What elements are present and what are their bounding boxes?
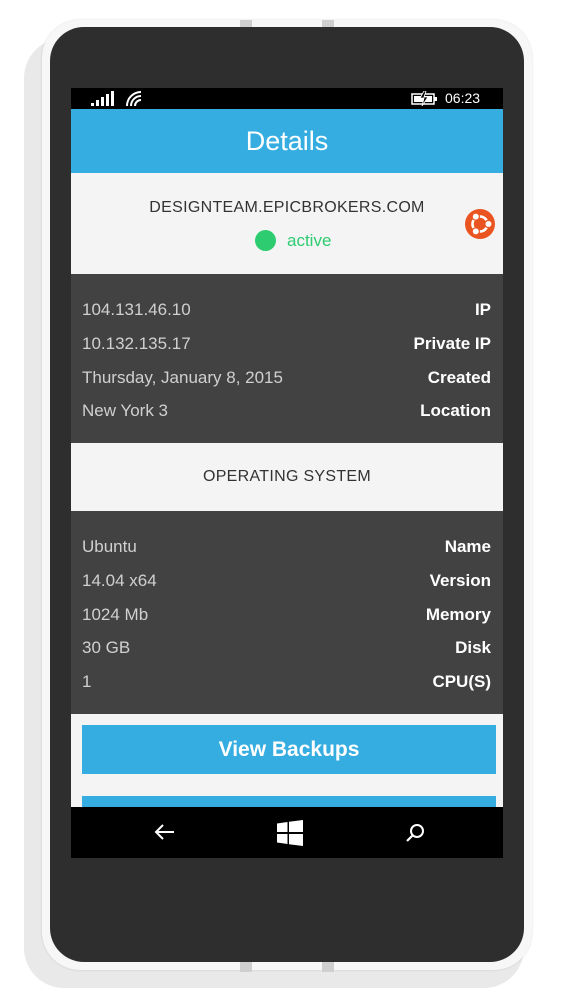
navigation-bar [71, 807, 503, 858]
server-status: active [255, 230, 331, 251]
app-header: Details [71, 109, 503, 173]
os-name-label: Name [444, 537, 491, 556]
version-value: 14.04 x64 [82, 571, 157, 590]
ip-value: 104.131.46.10 [82, 300, 191, 319]
info-row-created: Thursday, January 8, 2015 Created [82, 366, 491, 390]
network-info-panel: 104.131.46.10 IP 10.132.135.17 Private I… [71, 274, 503, 443]
memory-label: Memory [425, 605, 491, 624]
bottom-hardware-button [240, 962, 252, 972]
back-arrow-icon[interactable] [153, 823, 175, 841]
memory-value: 1024 Mb [82, 605, 149, 624]
info-row-cpus: 1 CPU(S) [82, 670, 491, 694]
battery-charging-icon [411, 91, 437, 106]
cpus-value: 1 [82, 672, 92, 691]
info-row-os-name: Ubuntu Name [82, 535, 491, 559]
os-info-panel: Ubuntu Name 14.04 x64 Version 1024 Mb Me… [71, 511, 503, 714]
windows-start-icon[interactable] [277, 820, 303, 846]
operating-system-heading: OPERATING SYSTEM [71, 443, 503, 511]
bottom-hardware-button [322, 962, 334, 972]
version-label: Version [429, 571, 491, 590]
section-title: OPERATING SYSTEM [202, 468, 372, 485]
disk-label: Disk [455, 638, 491, 657]
info-row-location: New York 3 Location [82, 399, 491, 423]
ubuntu-icon [465, 209, 495, 239]
info-row-ip: 104.131.46.10 IP [82, 298, 491, 322]
clock-time: 06:23 [445, 90, 481, 106]
ip-label: IP [474, 300, 491, 319]
page-title: Details [245, 125, 329, 156]
cpus-label: CPU(S) [432, 672, 491, 691]
status-label: active [287, 230, 332, 250]
created-label: Created [427, 368, 491, 387]
private-ip-label: Private IP [413, 334, 492, 353]
disk-value: 30 GB [82, 638, 131, 657]
info-row-private-ip: 10.132.135.17 Private IP [82, 332, 491, 356]
location-value: New York 3 [82, 401, 168, 420]
location-label: Location [420, 401, 491, 420]
server-hostname: DESIGNTEAM.EPICBROKERS.COM [149, 199, 425, 216]
os-name-value: Ubuntu [82, 537, 137, 556]
status-indicator-dot [255, 230, 276, 251]
status-bar: 06:23 [71, 88, 503, 109]
info-row-version: 14.04 x64 Version [82, 569, 491, 593]
phone-screen: 06:23 Details DESIGNTEAM.EPICBROKERS.COM… [71, 88, 503, 858]
view-backups-button[interactable]: View Backups [82, 725, 496, 774]
wifi-icon [126, 91, 142, 107]
info-row-disk: 30 GB Disk [82, 636, 491, 660]
private-ip-value: 10.132.135.17 [82, 334, 191, 353]
created-value: Thursday, January 8, 2015 [82, 368, 283, 387]
info-row-memory: 1024 Mb Memory [82, 603, 491, 627]
search-icon[interactable] [405, 823, 425, 843]
signal-strength-icon [91, 91, 114, 106]
server-summary-card: DESIGNTEAM.EPICBROKERS.COM active [71, 173, 503, 274]
